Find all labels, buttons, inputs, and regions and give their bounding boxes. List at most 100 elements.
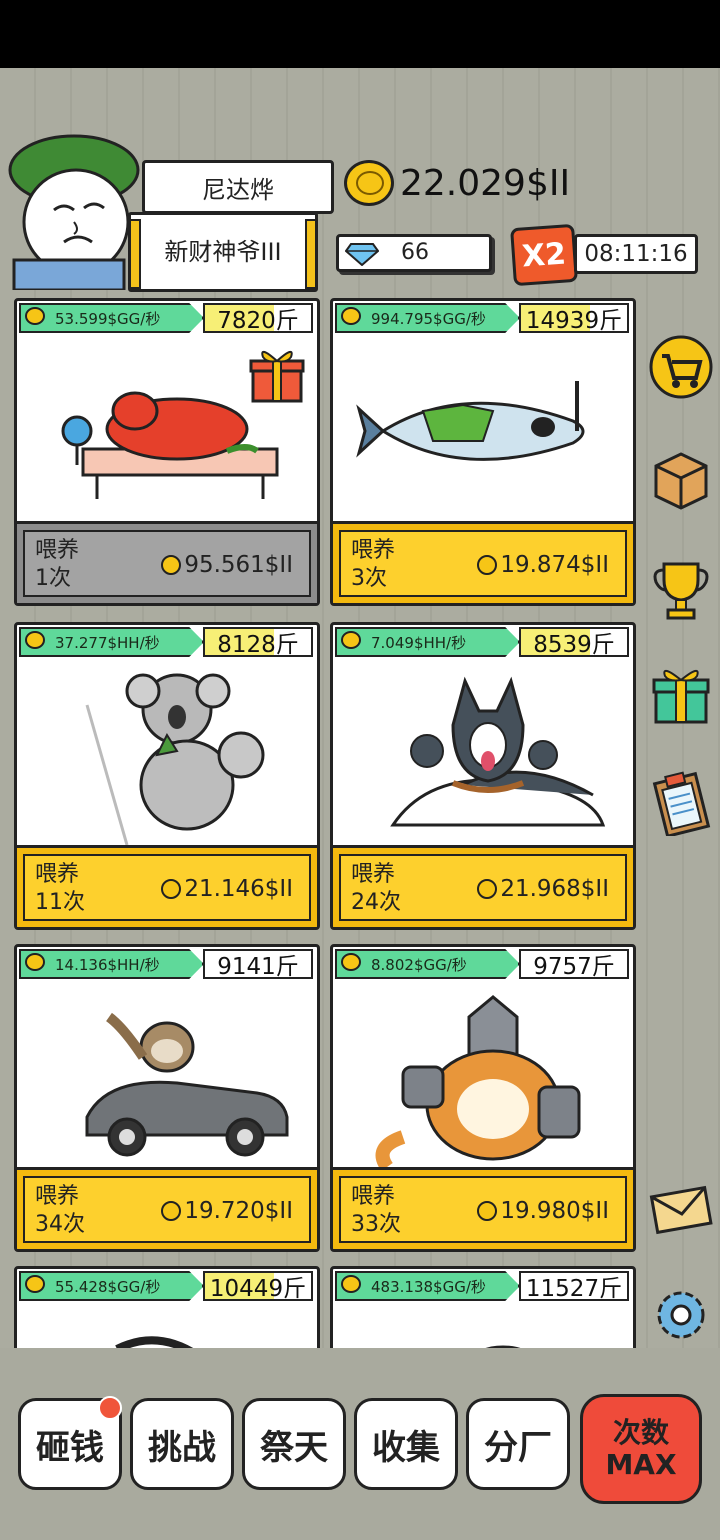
feed-button[interactable]: 喂养 24次 21.968$II [333,845,633,927]
weight-label: 10449斤 [203,1271,313,1302]
feed-price: 19.980$II [477,1198,609,1224]
rate-coin-icon [25,631,45,649]
feed-price-value: 19.874$II [500,552,609,578]
feed-button[interactable]: 喂养 33次 19.980$II [333,1167,633,1249]
feed-label: 喂养 [351,538,396,563]
feed-count: 24次 [351,890,401,915]
player-name: 尼达烨 [142,160,334,214]
price-coin-icon [161,1201,182,1221]
status-bar [0,0,720,68]
feed-count: 33次 [351,1212,401,1237]
feed-button-inner: 喂养 24次 21.968$II [339,854,627,921]
feed-button[interactable]: 喂养 11次 21.146$II [17,845,317,927]
weight-label: 11527斤 [519,1271,629,1302]
price-coin-icon [161,555,182,575]
rate-coin-icon [25,953,45,971]
rate-coin-icon [341,307,361,325]
income-rate: 53.599$GG/秒 [19,303,204,333]
times-max-button[interactable]: 次数 MAX [580,1394,702,1504]
fish-illustration [356,381,585,461]
animal-card-sloth[interactable]: 14.136$HH/秒 9141斤 喂养 34次 19.720$II [14,944,320,1252]
feed-button-inner: 喂养 3次 19.874$II [339,530,627,597]
animal-card-lobster[interactable]: 53.599$GG/秒 7820斤 喂养 1次 95.561$II [14,298,320,606]
worship-button[interactable]: 祭天 [242,1398,346,1490]
weight-label: 8539斤 [519,627,629,658]
feed-button-inner: 喂养 11次 21.146$II [23,854,311,921]
feed-count: 34次 [35,1212,85,1237]
times-max-sub: MAX [605,1448,677,1481]
income-rate: 994.795$GG/秒 [335,303,520,333]
animal-card-fish[interactable]: 994.795$GG/秒 14939斤 喂养 3次 19.874$II [330,298,636,606]
coin-balance: 22.029$II [400,163,571,204]
feed-price-value: 19.720$II [184,1198,293,1224]
settings-gear-icon[interactable] [648,1282,714,1348]
income-rate: 8.802$GG/秒 [335,949,520,979]
x2-boost-badge[interactable]: X2 [510,223,578,287]
price-coin-icon [477,879,498,899]
feed-price-value: 95.561$II [184,552,293,578]
gift-icon[interactable] [648,662,714,728]
weight-label: 9757斤 [519,949,629,980]
animal-card-robot-cat[interactable]: 8.802$GG/秒 9757斤 喂养 33次 19.980$II [330,944,636,1252]
robot-cat-illustration [375,995,581,1167]
gift-box-icon[interactable] [247,345,307,405]
feed-button-inner: 喂养 1次 95.561$II [23,530,311,597]
feed-label: 喂养 [35,862,80,887]
income-rate: 14.136$HH/秒 [19,949,204,979]
feed-price: 19.720$II [161,1198,293,1224]
mail-icon[interactable] [648,1176,714,1242]
challenge-button[interactable]: 挑战 [130,1398,234,1490]
coin-icon [344,160,394,206]
feed-price-value: 19.980$II [500,1198,609,1224]
animal-card-koala[interactable]: 37.277$HH/秒 8128斤 喂养 11次 21.146$II [14,622,320,930]
price-coin-icon [477,555,498,575]
feed-label: 喂养 [351,1184,396,1209]
animal-card-husky[interactable]: 7.049$HH/秒 8539斤 喂养 24次 21.968$II [330,622,636,930]
times-max-label: 次数 [612,1416,669,1449]
feed-button-inner: 喂养 34次 19.720$II [23,1176,311,1243]
gem-counter[interactable]: 66 [336,234,492,272]
feed-price: 21.968$II [477,876,609,902]
rate-coin-icon [341,631,361,649]
feed-label: 喂养 [351,862,396,887]
feed-price-value: 21.146$II [184,876,293,902]
notification-dot [98,1396,122,1420]
gem-count: 66 [401,240,429,265]
rate-coin-icon [341,1275,361,1293]
feed-button[interactable]: 喂养 1次 95.561$II [17,521,317,603]
feed-count: 1次 [35,566,71,591]
boost-timer: 08:11:16 [574,234,698,274]
husky-illustration [390,676,606,827]
weight-label: 8128斤 [203,627,313,658]
rate-coin-icon [25,1275,45,1293]
feed-button[interactable]: 喂养 3次 19.874$II [333,521,633,603]
collect-button[interactable]: 收集 [354,1398,458,1490]
price-coin-icon [477,1201,498,1221]
feed-button-inner: 喂养 33次 19.980$II [339,1176,627,1243]
branch-factory-button[interactable]: 分厂 [466,1398,570,1490]
clipboard-icon[interactable] [648,770,714,836]
feed-price: 19.874$II [477,552,609,578]
feed-label: 喂养 [35,538,80,563]
price-coin-icon [161,879,182,899]
box-icon[interactable] [648,446,714,512]
rate-coin-icon [341,953,361,971]
feed-count: 3次 [351,566,387,591]
sloth-car-illustration [85,1012,289,1157]
income-rate: 483.138$GG/秒 [335,1271,520,1301]
trophy-icon[interactable] [648,556,714,622]
feed-button[interactable]: 喂养 34次 19.720$II [17,1167,317,1249]
rate-coin-icon [25,307,45,325]
player-title: 新财神爷III [128,212,318,292]
feed-price-value: 21.968$II [500,876,609,902]
title-post-left [129,219,141,289]
weight-label: 9141斤 [203,949,313,980]
koala-illustration [85,673,265,845]
feed-price: 95.561$II [161,552,293,578]
feed-count: 11次 [35,890,85,915]
feed-price: 21.146$II [161,876,293,902]
shop-cart-icon[interactable] [648,334,714,400]
title-post-right [305,219,317,289]
weight-label: 7820斤 [203,303,313,334]
income-rate: 37.277$HH/秒 [19,627,204,657]
